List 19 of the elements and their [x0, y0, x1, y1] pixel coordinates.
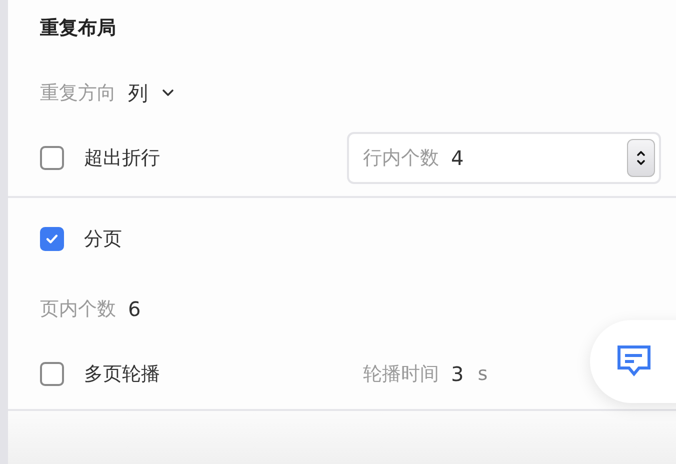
wrap-label: 超出折行	[84, 146, 160, 171]
interval-value: 3	[451, 362, 464, 386]
carousel-label: 多页轮播	[84, 362, 160, 387]
page-count-value: 6	[128, 297, 141, 321]
direction-label: 重复方向	[40, 81, 116, 106]
spinner-icon[interactable]	[627, 139, 655, 177]
direction-dropdown[interactable]: 列	[128, 80, 174, 106]
paging-label: 分页	[84, 226, 122, 252]
checkbox[interactable]	[40, 362, 64, 386]
section-title: 重复布局	[40, 16, 116, 41]
checkbox[interactable]	[40, 226, 64, 250]
interval-unit: s	[478, 363, 488, 385]
count-field[interactable]: 行内个数 4	[347, 132, 661, 184]
interval-label: 轮播时间	[363, 362, 439, 387]
page-count-label: 页内个数	[40, 297, 116, 322]
message-icon	[616, 344, 652, 378]
feedback-button[interactable]	[590, 320, 676, 403]
chevron-down-icon	[162, 89, 174, 97]
checkbox[interactable]	[40, 146, 64, 170]
